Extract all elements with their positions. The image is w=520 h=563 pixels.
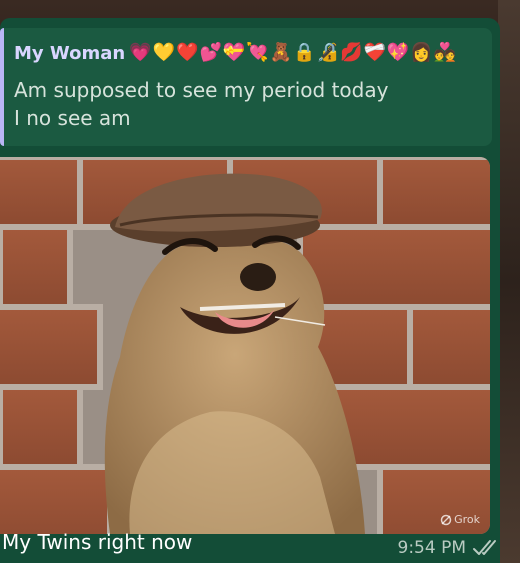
- quoted-message[interactable]: My Woman 💗 💛 ❤️ 💕 💝 💘 🧸 🔒 🔏 💋 ❤️‍🩹 💖 👩 💑…: [0, 28, 492, 146]
- kiss-mark-emoji: 💋: [340, 42, 363, 63]
- grok-logo-icon: [440, 514, 452, 525]
- woman-emoji: 👩: [410, 42, 433, 63]
- double-check-icon: [472, 539, 500, 557]
- red-heart-emoji: ❤️: [176, 42, 199, 63]
- growing-heart-emoji: 💗: [129, 42, 152, 63]
- message-meta: 9:54 PM: [398, 538, 501, 558]
- heart-with-ribbon-emoji: 💝: [222, 42, 246, 63]
- quoted-author-emojis: 💗 💛 ❤️ 💕 💝 💘 🧸 🔒 🔏 💋 ❤️‍🩹 💖 👩 💑: [129, 42, 456, 64]
- meerkat-photo: [0, 157, 490, 534]
- message-image[interactable]: Grok: [0, 157, 490, 534]
- wallpaper-edge: [498, 0, 520, 563]
- message-time: 9:54 PM: [397, 538, 467, 558]
- lock-with-pen-emoji: 🔏: [316, 42, 340, 63]
- watermark-text: Grok: [454, 513, 480, 526]
- yellow-heart-emoji: 💛: [152, 42, 176, 63]
- image-watermark: Grok: [440, 513, 480, 526]
- couple-with-heart-emoji: 💑: [433, 42, 457, 63]
- heart-with-arrow-emoji: 💘: [246, 42, 269, 63]
- lock-emoji: 🔒: [293, 42, 316, 63]
- teddy-bear-emoji: 🧸: [269, 42, 293, 63]
- quoted-text-line: I no see am: [14, 106, 131, 130]
- quoted-text-line: Am supposed to see my period today: [14, 78, 389, 102]
- mending-heart-emoji: ❤️‍🩹: [363, 42, 386, 63]
- quoted-author-row: My Woman 💗 💛 ❤️ 💕 💝 💘 🧸 🔒 🔏 💋 ❤️‍🩹 💖 👩 💑: [14, 40, 456, 66]
- message-caption: My Twins right now: [2, 530, 193, 554]
- quoted-author-name: My Woman: [14, 42, 126, 64]
- two-hearts-emoji: 💕: [199, 42, 222, 63]
- sparkling-heart-emoji: 💖: [386, 42, 410, 63]
- message-bubble[interactable]: My Woman 💗 💛 ❤️ 💕 💝 💘 🧸 🔒 🔏 💋 ❤️‍🩹 💖 👩 💑…: [0, 18, 500, 563]
